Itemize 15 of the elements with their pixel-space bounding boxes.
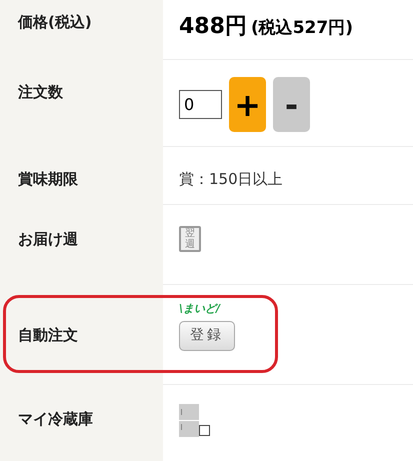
quantity-field[interactable]: 0 <box>179 90 222 119</box>
field-label: 注文数 <box>18 83 63 101</box>
tax-included-price: (税込527円) <box>250 17 353 40</box>
field-label: 価格(税込) <box>18 13 92 31</box>
field-label: お届け週 <box>18 230 78 248</box>
expiry-text: 賞：150日以上 <box>179 170 283 188</box>
minus-button[interactable]: - <box>273 77 310 132</box>
price: 488円 <box>179 13 247 41</box>
register-button[interactable]: 登録 <box>179 320 235 350</box>
next-week-badge: 翌週 <box>179 226 201 252</box>
field-label: 自動注文 <box>18 326 78 344</box>
field-label: マイ冷蔵庫 <box>18 410 93 428</box>
caption: \まいど/ <box>179 301 220 317</box>
field-label: 賞味期限 <box>18 170 78 188</box>
plus-button[interactable]: + <box>229 77 266 132</box>
